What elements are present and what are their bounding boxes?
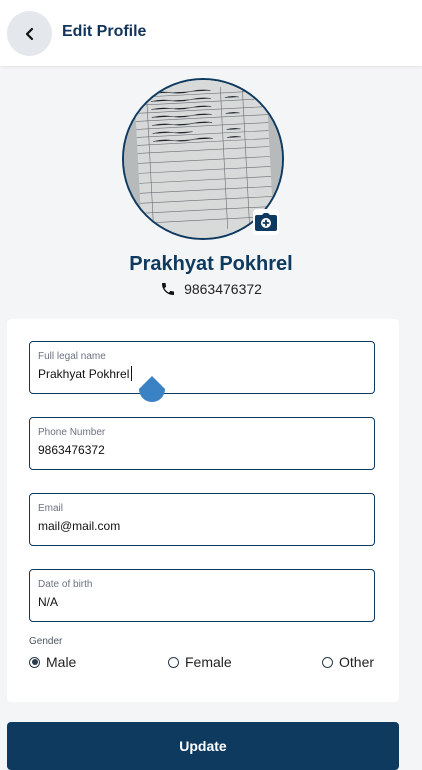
- gender-option-label: Other: [339, 654, 375, 670]
- full-name-field[interactable]: Full legal name Prakhyat Pokhrel: [29, 341, 375, 402]
- phone-icon: [162, 283, 175, 295]
- email-label: Email: [38, 503, 64, 514]
- update-button[interactable]: Update: [7, 722, 399, 770]
- full-name-input[interactable]: Prakhyat Pokhrel: [38, 367, 129, 381]
- email-field[interactable]: Email mail@mail.com: [29, 493, 375, 546]
- camera-add-icon: [255, 213, 277, 231]
- gender-option-female[interactable]: Female: [168, 654, 232, 670]
- radio-unselected-icon[interactable]: [168, 656, 179, 668]
- profile-name: Prakhyat Pokhrel: [129, 253, 293, 275]
- email-input[interactable]: mail@mail.com: [38, 519, 120, 533]
- gender-option-male[interactable]: Male: [29, 654, 76, 670]
- gender-option-other[interactable]: Other: [322, 654, 374, 670]
- date-of-birth-label: Date of birth: [38, 579, 93, 590]
- profile-avatar-container: [122, 78, 284, 240]
- phone-number-input[interactable]: 9863476372: [38, 443, 105, 457]
- change-photo-button[interactable]: [253, 209, 279, 235]
- full-name-label: Full legal name: [38, 351, 106, 362]
- profile-form-card: Full legal name Prakhyat Pokhrel Phone N…: [7, 319, 399, 702]
- phone-number-label: Phone Number: [38, 427, 106, 438]
- page-title: Edit Profile: [62, 23, 147, 40]
- back-button[interactable]: [7, 11, 52, 56]
- chevron-left-icon: [25, 27, 33, 40]
- gender-label: Gender: [29, 636, 63, 647]
- gender-option-label: Female: [185, 654, 232, 670]
- text-cursor: [131, 366, 132, 381]
- phone-number-field[interactable]: Phone Number 9863476372: [29, 417, 375, 470]
- radio-selected-icon[interactable]: [29, 656, 40, 668]
- profile-phone-number: 9863476372: [184, 281, 262, 297]
- app-header: Edit Profile: [0, 0, 422, 66]
- gender-option-label: Male: [46, 654, 77, 670]
- cursor-handle-icon[interactable]: [139, 376, 165, 402]
- profile-phone: 9863476372: [0, 281, 422, 297]
- date-of-birth-input[interactable]: N/A: [38, 595, 58, 609]
- date-of-birth-field[interactable]: Date of birth N/A: [29, 569, 375, 622]
- radio-unselected-icon[interactable]: [322, 656, 333, 668]
